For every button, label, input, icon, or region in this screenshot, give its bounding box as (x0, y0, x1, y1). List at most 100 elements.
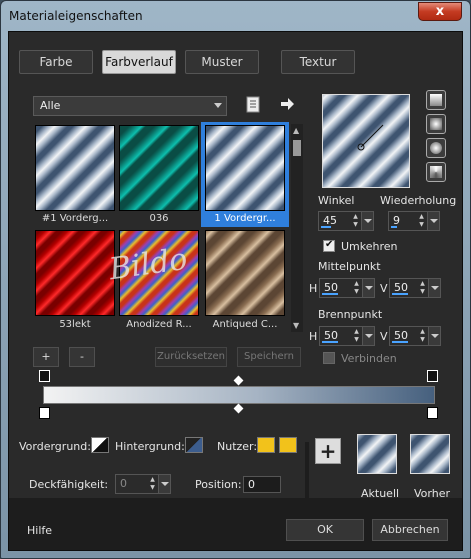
upper-start-stop[interactable] (39, 370, 50, 382)
repeat-bar (391, 226, 397, 228)
position-label: Position: (195, 478, 242, 491)
gradient-swatch-6[interactable] (205, 230, 285, 316)
center-h-label: H (309, 282, 318, 295)
gradient-swatch-2[interactable] (119, 125, 199, 211)
center-h-spinner[interactable]: 50 ▲ ▼ (319, 278, 375, 298)
rectangular-style-button[interactable] (426, 114, 446, 134)
dialog-body: Farbe Farbverlauf Muster Textur Alle #1 … (8, 31, 463, 551)
scroll-thumb[interactable] (293, 140, 301, 156)
remove-gradient-button[interactable]: - (69, 347, 95, 367)
position-value[interactable]: 0 (248, 478, 255, 491)
linear-style-button[interactable] (426, 90, 446, 110)
gradient-label-4: 53lekt (59, 319, 91, 330)
reset-button[interactable]: Zurücksetzen (155, 347, 227, 367)
spin-arrows-icon[interactable]: ▲ ▼ (417, 213, 426, 229)
gradient-list-scrollbar[interactable]: ▲ ▼ (291, 124, 303, 332)
gradient-swatch-3[interactable] (205, 125, 285, 211)
repeat-label: Wiederholung (380, 194, 457, 207)
chevron-down-icon[interactable] (361, 212, 373, 230)
add-gradient-button[interactable]: + (33, 347, 59, 367)
user-label: Nutzer: (217, 440, 258, 453)
invert-label: Umkehren (341, 240, 398, 253)
position-input[interactable]: 0 (243, 476, 281, 493)
current-preview (357, 434, 397, 474)
gradient-swatch-4[interactable] (35, 230, 115, 316)
gradient-label-2: 036 (149, 213, 169, 224)
cancel-button[interactable]: Abbrechen (372, 519, 448, 541)
spin-arrows-icon[interactable]: ▲ ▼ (351, 213, 360, 229)
angle-spinner[interactable]: 45 ▲ ▼ (318, 211, 374, 231)
category-value: Alle (40, 99, 61, 112)
gradient-label-1: #1 Vorderg... (41, 213, 109, 224)
user-color-chip-1[interactable] (257, 437, 275, 453)
center-v-bar (392, 293, 408, 295)
add-to-swatches-button[interactable]: + (315, 438, 341, 464)
scroll-down-icon[interactable]: ▼ (293, 321, 299, 330)
arrow-right-icon[interactable] (279, 96, 295, 112)
gradient-label-3: 1 Vordergr... (214, 213, 276, 224)
chevron-down-icon[interactable] (428, 279, 440, 297)
focus-h-spinner[interactable]: 50 ▲ ▼ (319, 326, 375, 346)
gradient-label-6: Antiqued C... (212, 319, 278, 330)
gradient-label-5: Anodized R... (126, 319, 192, 330)
opacity-spinner[interactable]: 0 ▲ ▼ (115, 474, 171, 494)
lower-end-stop[interactable] (427, 407, 438, 419)
user-color-chip-2[interactable] (279, 437, 297, 453)
window-title: Materialeigenschaften (9, 9, 143, 23)
tab-textur[interactable]: Textur (281, 50, 355, 74)
help-link[interactable]: Hilfe (27, 524, 52, 537)
focus-h-bar (322, 341, 338, 343)
link-checkbox[interactable] (323, 352, 335, 364)
angle-handle-icon[interactable] (323, 95, 411, 189)
gradient-bar[interactable] (43, 386, 435, 404)
opacity-value[interactable]: 0 (120, 477, 127, 490)
repeat-spinner[interactable]: 9 ▲ ▼ (388, 211, 440, 231)
upper-end-stop[interactable] (427, 370, 438, 382)
focus-v-bar (392, 341, 408, 343)
focus-h-label: H (309, 330, 318, 343)
foreground-chip[interactable] (91, 437, 109, 453)
center-v-spinner[interactable]: 50 ▲ ▼ (389, 278, 441, 298)
chevron-down-icon[interactable] (428, 327, 440, 345)
previous-preview[interactable] (410, 434, 450, 474)
foreground-label: Vordergrund: (19, 440, 91, 453)
document-icon[interactable] (245, 96, 261, 114)
center-label: Mittelpunkt (318, 260, 381, 273)
spin-arrows-icon[interactable]: ▲ ▼ (418, 328, 427, 344)
save-button[interactable]: Speichern (237, 347, 301, 367)
chevron-down-icon[interactable] (158, 475, 170, 493)
invert-checkbox[interactable]: ✔ (323, 239, 335, 252)
focus-v-spinner[interactable]: 50 ▲ ▼ (389, 326, 441, 346)
category-dropdown[interactable]: Alle (33, 96, 227, 116)
gradient-preview[interactable] (322, 94, 410, 188)
gradient-swatch-1[interactable] (35, 125, 115, 211)
ok-button[interactable]: OK (286, 519, 364, 541)
material-properties-dialog: Materialeigenschaften x Farbe Farbverlau… (0, 0, 471, 559)
tab-muster[interactable]: Muster (185, 50, 259, 74)
center-v-label: V (380, 282, 388, 295)
title-bar[interactable]: Materialeigenschaften x (1, 1, 470, 31)
checkmark-icon: ✔ (325, 239, 334, 250)
sunburst-style-button[interactable] (426, 162, 446, 182)
opacity-label: Deckfähigkeit: (29, 478, 109, 491)
spin-arrows-icon[interactable]: ▲ ▼ (418, 280, 427, 296)
center-h-bar (322, 293, 338, 295)
focus-label: Brennpunkt (318, 308, 383, 321)
background-chip[interactable] (185, 437, 203, 453)
chevron-down-icon[interactable] (362, 279, 374, 297)
close-button[interactable]: x (418, 2, 462, 21)
spin-arrows-icon[interactable]: ▲ ▼ (352, 280, 361, 296)
radial-style-button[interactable] (426, 138, 446, 158)
scroll-up-icon[interactable]: ▲ (293, 126, 299, 135)
lower-start-stop[interactable] (39, 407, 50, 419)
spin-arrows-icon[interactable]: ▲ ▼ (148, 476, 157, 492)
chevron-down-icon[interactable] (427, 212, 439, 230)
background-label: Hintergrund: (115, 440, 185, 453)
tab-farbe[interactable]: Farbe (19, 50, 93, 74)
spin-arrows-icon[interactable]: ▲ ▼ (352, 328, 361, 344)
current-label: Aktuell (361, 487, 400, 500)
chevron-down-icon[interactable] (362, 327, 374, 345)
tab-farbverlauf[interactable]: Farbverlauf (102, 50, 176, 74)
focus-v-label: V (380, 330, 388, 343)
link-label: Verbinden (341, 352, 397, 365)
